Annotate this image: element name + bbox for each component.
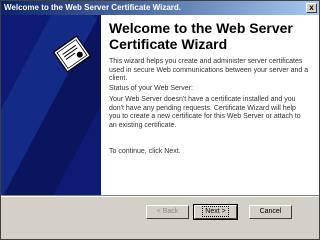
wizard-window: Welcome to the Web Server Certificate Wi… <box>0 0 320 240</box>
close-button[interactable]: x <box>306 3 317 13</box>
button-separator <box>1 195 319 197</box>
next-button[interactable]: Next > <box>193 204 238 220</box>
wizard-content: Welcome to the Web Server Certificate Wi… <box>101 15 319 195</box>
intro-text: This wizard helps you create and adminis… <box>109 58 309 82</box>
continue-text: To continue, click Next. <box>109 148 181 155</box>
certificate-icon <box>52 35 92 73</box>
status-label: Status of your Web Server: <box>109 85 193 92</box>
status-text: Your Web Server doesn't have a certifica… <box>109 96 301 129</box>
back-button[interactable]: < Back <box>146 205 189 219</box>
next-button-label: Next > <box>202 206 229 217</box>
wizard-heading: Welcome to the Web Server Certificate Wi… <box>109 20 293 52</box>
window-title: Welcome to the Web Server Certificate Wi… <box>4 3 182 12</box>
title-bar: Welcome to the Web Server Certificate Wi… <box>1 1 319 15</box>
wizard-banner <box>1 15 101 195</box>
cancel-button[interactable]: Cancel <box>249 205 292 219</box>
